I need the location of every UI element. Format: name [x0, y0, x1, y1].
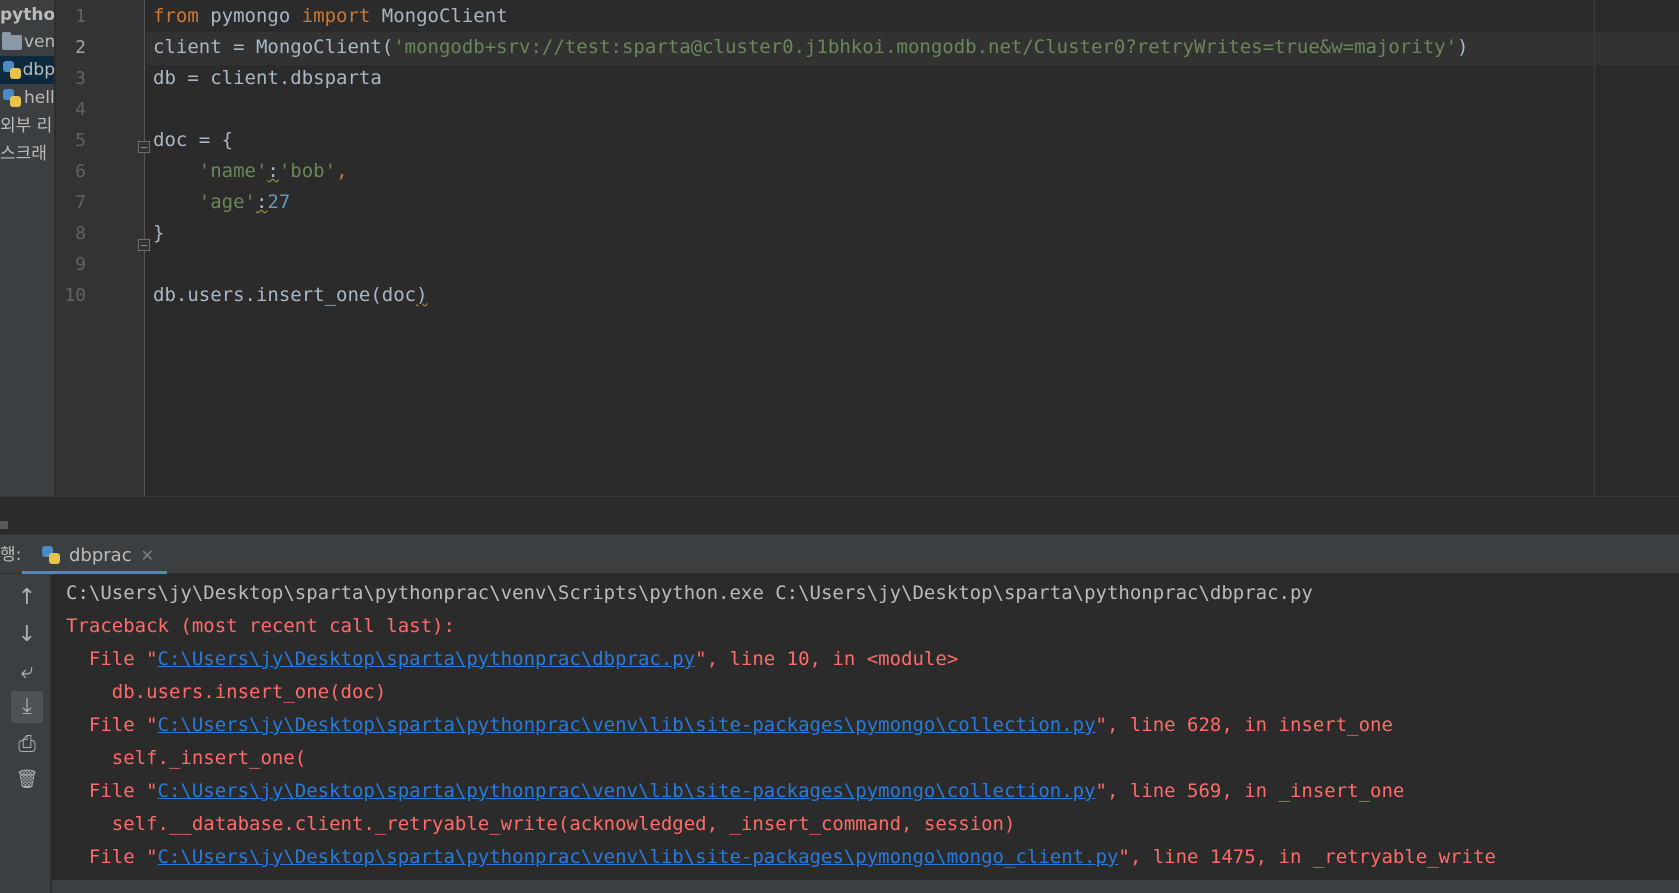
python-file-icon — [2, 88, 22, 108]
console-code-line: self.__database.client._retryable_write(… — [66, 813, 1016, 835]
console-text: ", line 628, in insert_one — [1095, 714, 1393, 736]
run-tab-label: dbprac — [69, 544, 132, 566]
project-root-label: python — [0, 5, 55, 25]
console-code-line: db.users.insert_one(doc) — [66, 681, 387, 703]
code-line-1: from pymongo import MongoClient — [153, 0, 508, 33]
console-file-line: File "C:\Users\jy\Desktop\sparta\pythonp… — [66, 709, 1393, 742]
tree-item-label: 스크래 — [0, 144, 47, 164]
tree-item-label: 외부 리 — [0, 116, 53, 136]
code-line-8: } — [153, 222, 165, 244]
code-line-6: 'name':'bob', — [153, 155, 348, 188]
tree-item-scratches[interactable]: 스크래 — [0, 140, 47, 168]
line-number: 5 — [75, 130, 86, 151]
line-number: 8 — [75, 223, 86, 244]
file-link[interactable]: C:\Users\jy\Desktop\sparta\pythonprac\db… — [158, 648, 696, 670]
code-line-10: db.users.insert_one(doc) — [153, 279, 428, 312]
run-console[interactable]: C:\Users\jy\Desktop\sparta\pythonprac\ve… — [52, 574, 1679, 893]
code-token: db.users.insert_one(doc — [153, 284, 417, 306]
keyword-token: from — [153, 5, 199, 27]
code-token: ) — [1457, 36, 1469, 58]
run-window-title: 행: — [0, 545, 22, 565]
file-link[interactable]: C:\Users\jy\Desktop\sparta\pythonprac\ve… — [158, 846, 1119, 868]
python-file-icon — [2, 60, 21, 80]
code-line-7: 'age':27 — [153, 186, 291, 219]
code-token: pymongo — [198, 5, 302, 27]
python-file-icon — [41, 545, 61, 565]
file-link[interactable]: C:\Users\jy\Desktop\sparta\pythonprac\ve… — [158, 714, 1096, 736]
code-token: MongoClient — [370, 5, 508, 27]
string-token: 'age' — [198, 191, 256, 213]
console-file-line: File "C:\Users\jy\Desktop\sparta\pythonp… — [66, 775, 1405, 808]
console-code-line: self._insert_one( — [66, 747, 307, 769]
scroll-to-end-icon[interactable]: ⤓ — [11, 691, 43, 723]
project-panel: python ven dbp hell 외부 리 스크래 — [0, 0, 55, 534]
up-arrow-icon[interactable]: ↑ — [11, 582, 43, 614]
console-text: File " — [66, 846, 158, 868]
console-traceback-header: Traceback (most recent call last): — [66, 615, 455, 637]
folder-icon — [2, 31, 22, 50]
code-token: client = MongoClient( — [153, 36, 394, 58]
fold-marker-icon[interactable] — [138, 239, 150, 251]
line-number: 9 — [75, 254, 86, 275]
console-text: File " — [66, 780, 158, 802]
string-token: 'bob' — [278, 160, 337, 182]
tree-item-label: dbp — [22, 60, 55, 80]
code-token: , — [336, 160, 348, 182]
number-token: 27 — [267, 191, 291, 213]
right-margin-guide — [1594, 0, 1595, 496]
console-command-line: C:\Users\jy\Desktop\sparta\pythonprac\ve… — [66, 582, 1313, 604]
code-line-3: db = client.dbsparta — [153, 67, 382, 89]
tree-item-venv[interactable]: ven — [0, 28, 55, 56]
tree-item-hello[interactable]: hell — [0, 84, 55, 112]
console-text: File " — [66, 648, 158, 670]
run-toolbar: ↑ ↓ ⤶ ⤓ ⎙ 🗑 — [0, 574, 51, 893]
code-token: : — [255, 191, 268, 213]
code-line-5: doc = { — [153, 129, 234, 151]
console-text: ", line 10, in <module> — [695, 648, 959, 670]
console-text: File " — [66, 714, 158, 736]
tree-item-dbprac[interactable]: dbp — [0, 56, 55, 84]
line-number: 6 — [75, 161, 86, 182]
line-number: 1 — [75, 6, 86, 27]
line-number: 10 — [64, 285, 86, 306]
down-arrow-icon[interactable]: ↓ — [11, 619, 43, 651]
print-icon[interactable]: ⎙ — [11, 729, 43, 761]
string-token: 'name' — [198, 160, 268, 182]
code-token: ) — [416, 284, 428, 306]
console-text: ", line 1475, in _retryable_write — [1118, 846, 1496, 868]
scrollbar-thumb[interactable] — [0, 521, 8, 529]
line-number: 3 — [75, 68, 86, 89]
code-editor[interactable]: 1 2 3 4 5 6 7 8 9 10 from pymongo import… — [56, 0, 1679, 496]
project-root-item[interactable]: python — [0, 1, 55, 29]
code-line-2: client = MongoClient('mongodb+srv://test… — [153, 31, 1469, 64]
line-number: 4 — [75, 99, 86, 120]
code-token: : — [267, 160, 279, 182]
line-number: 7 — [75, 192, 86, 213]
tree-item-external-libraries[interactable]: 외부 리 — [0, 112, 52, 140]
console-file-line: File "C:\Users\jy\Desktop\sparta\pythonp… — [66, 841, 1496, 874]
tree-item-label: ven — [24, 32, 55, 52]
fold-marker-icon[interactable] — [138, 141, 150, 153]
editor-horizontal-scrollbar[interactable] — [0, 496, 1679, 534]
line-number: 2 — [75, 37, 86, 58]
bottom-status-strip — [52, 880, 1679, 893]
file-link[interactable]: C:\Users\jy\Desktop\sparta\pythonprac\ve… — [158, 780, 1096, 802]
soft-wrap-icon[interactable]: ⤶ — [11, 656, 43, 688]
close-icon[interactable]: ✕ — [141, 546, 154, 565]
keyword-token: import — [301, 5, 371, 27]
editor-gutter[interactable]: 1 2 3 4 5 6 7 8 9 10 — [56, 0, 150, 496]
trash-icon[interactable]: 🗑 — [11, 764, 43, 796]
console-text: ", line 569, in _insert_one — [1095, 780, 1405, 802]
string-token: 'mongodb+srv://test:sparta@cluster0.j1bh… — [393, 36, 1458, 58]
run-tool-window-header: 행: dbprac ✕ — [0, 534, 1679, 575]
tree-item-label: hell — [24, 88, 55, 108]
run-tab-dbprac[interactable]: dbprac ✕ — [22, 535, 167, 575]
console-file-line: File "C:\Users\jy\Desktop\sparta\pythonp… — [66, 643, 958, 676]
